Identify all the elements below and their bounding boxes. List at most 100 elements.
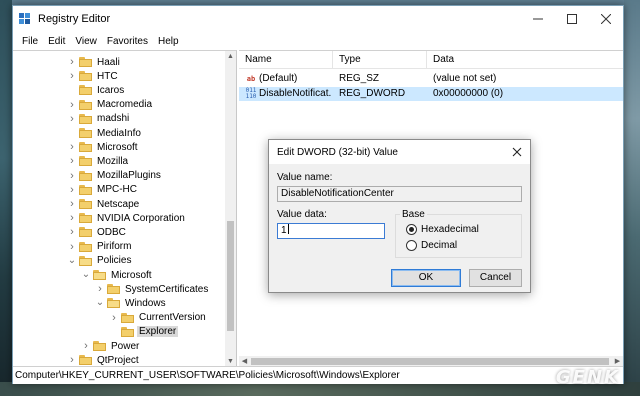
close-button[interactable] [589,6,623,32]
chevron-right-icon[interactable]: › [67,141,77,153]
minimize-button[interactable] [521,6,555,32]
value-row[interactable]: 011 110 DisableNotificat... REG_DWORD 0x000… [239,87,623,101]
value-data-input[interactable]: 1 [277,223,385,239]
chevron-right-icon[interactable]: › [67,56,77,68]
menu-favorites[interactable]: Favorites [102,36,153,47]
text-caret [287,224,289,234]
chevron-right-icon[interactable]: › [67,226,77,238]
tree-item-label: Policies [97,255,132,267]
tree-item[interactable]: › HTC [67,69,120,83]
column-header-data[interactable]: Data [427,51,623,69]
folder-open-icon [107,298,120,309]
tree-item-label: MediaInfo [97,127,141,139]
string-value-icon: ab [246,75,256,83]
menu-help[interactable]: Help [153,36,184,47]
tree-item[interactable]: › NVIDIA Corporation [67,211,187,225]
tree-item[interactable]: › Microsoft [67,140,140,154]
folder-icon [79,57,92,67]
tree-item[interactable]: Explorer [109,325,179,339]
scroll-down-arrow-icon[interactable]: ▼ [225,356,236,366]
hexadecimal-radio[interactable]: Hexadecimal [406,224,479,235]
folder-icon [79,184,92,195]
status-bar-path: Computer\HKEY_CURRENT_USER\SOFTWARE\Poli… [13,366,623,384]
cancel-button[interactable]: Cancel [469,269,522,287]
tree-item[interactable]: › ODBC [67,225,128,239]
tree-item[interactable]: › MPC-HC [67,183,139,197]
decimal-radio[interactable]: Decimal [406,240,457,251]
value-row[interactable]: ab (Default) REG_SZ (value not set) [239,72,623,86]
maximize-button[interactable] [555,6,589,32]
window-title: Registry Editor [38,13,111,25]
chevron-right-icon[interactable]: › [67,113,77,125]
menu-bar: File Edit View Favorites Help [13,32,623,50]
chevron-right-icon[interactable]: › [67,198,77,210]
column-header-type[interactable]: Type [333,51,427,69]
tree-item[interactable]: MediaInfo [67,126,143,140]
chevron-right-icon[interactable]: › [67,184,77,196]
radio-unchecked-icon[interactable] [406,240,417,251]
tree-item[interactable]: › Netscape [67,197,141,211]
tree-vertical-scrollbar[interactable]: ▲ ▼ [225,51,236,366]
chevron-down-icon[interactable]: ⌄ [67,255,77,265]
chevron-right-icon[interactable]: › [67,241,77,253]
folder-icon [79,227,92,238]
menu-view[interactable]: View [70,36,102,47]
genk-watermark-logo: GENK [555,367,620,388]
ok-button[interactable]: OK [391,269,461,287]
tree-item[interactable]: › Piriform [67,240,133,254]
dialog-title-bar[interactable]: Edit DWORD (32-bit) Value [269,140,530,164]
tree-item-label: Microsoft [97,141,138,153]
tree-item[interactable]: › SystemCertificates [95,282,210,296]
folder-icon [79,71,92,82]
column-header-name[interactable]: Name [239,51,333,69]
menu-edit[interactable]: Edit [43,36,70,47]
scroll-up-arrow-icon[interactable]: ▲ [225,51,236,62]
tree-item[interactable]: Icaros [67,83,126,97]
tree-item[interactable]: › madshi [67,112,131,126]
folder-icon [79,170,92,181]
tree-item[interactable]: ⌄ Policies [67,254,133,268]
dialog-close-icon[interactable] [510,145,524,159]
tree-item[interactable]: › MozillaPlugins [67,169,163,183]
folder-open-icon [79,255,92,266]
tree-item[interactable]: › Mozilla [67,154,130,168]
chevron-down-icon[interactable]: ⌄ [95,298,105,308]
tree-item-label: MPC-HC [97,184,137,196]
tree-scroll-thumb[interactable] [227,221,234,331]
radio-checked-icon[interactable] [406,224,417,235]
tree-item-label: Macromedia [97,99,153,111]
chevron-right-icon[interactable]: › [67,212,77,224]
list-horizontal-scrollbar[interactable]: ◀ ▶ [239,356,623,366]
scroll-right-arrow-icon[interactable]: ▶ [612,356,623,366]
tree-item[interactable]: › Macromedia [67,98,154,112]
value-data-cell: 0x00000000 (0) [433,88,504,99]
title-bar[interactable]: Registry Editor [13,6,623,32]
tree-item-label: SystemCertificates [125,283,209,295]
chevron-right-icon[interactable]: › [109,312,119,324]
tree-item[interactable]: › Haali [67,55,122,69]
folder-icon [107,284,120,295]
list-scroll-thumb[interactable] [251,358,609,365]
tree-item[interactable]: › QtProject [67,353,141,366]
chevron-right-icon[interactable]: › [67,155,77,167]
scroll-left-arrow-icon[interactable]: ◀ [239,356,250,366]
chevron-right-icon[interactable]: › [67,70,77,82]
tree-item[interactable]: ⌄ Microsoft [81,268,154,282]
chevron-right-icon[interactable]: › [67,170,77,182]
tree-item[interactable]: › Power [81,339,141,353]
chevron-right-icon[interactable]: › [67,99,77,111]
folder-icon [79,213,92,224]
chevron-right-icon[interactable]: › [95,283,105,295]
tree-item[interactable]: › CurrentVersion [109,311,208,325]
value-name-field: DisableNotificationCenter [277,186,522,202]
value-type-cell: REG_SZ [339,73,380,84]
tree-item[interactable]: ⌄ Windows [95,296,168,310]
folder-open-icon [93,270,106,280]
value-data-cell: (value not set) [433,73,497,84]
value-name-cell: DisableNotificat... [259,88,331,99]
chevron-down-icon[interactable]: ⌄ [81,270,91,280]
menu-file[interactable]: File [17,36,43,47]
chevron-right-icon[interactable]: › [67,354,77,366]
tree-item-label: NVIDIA Corporation [97,212,185,224]
chevron-right-icon[interactable]: › [81,340,91,352]
